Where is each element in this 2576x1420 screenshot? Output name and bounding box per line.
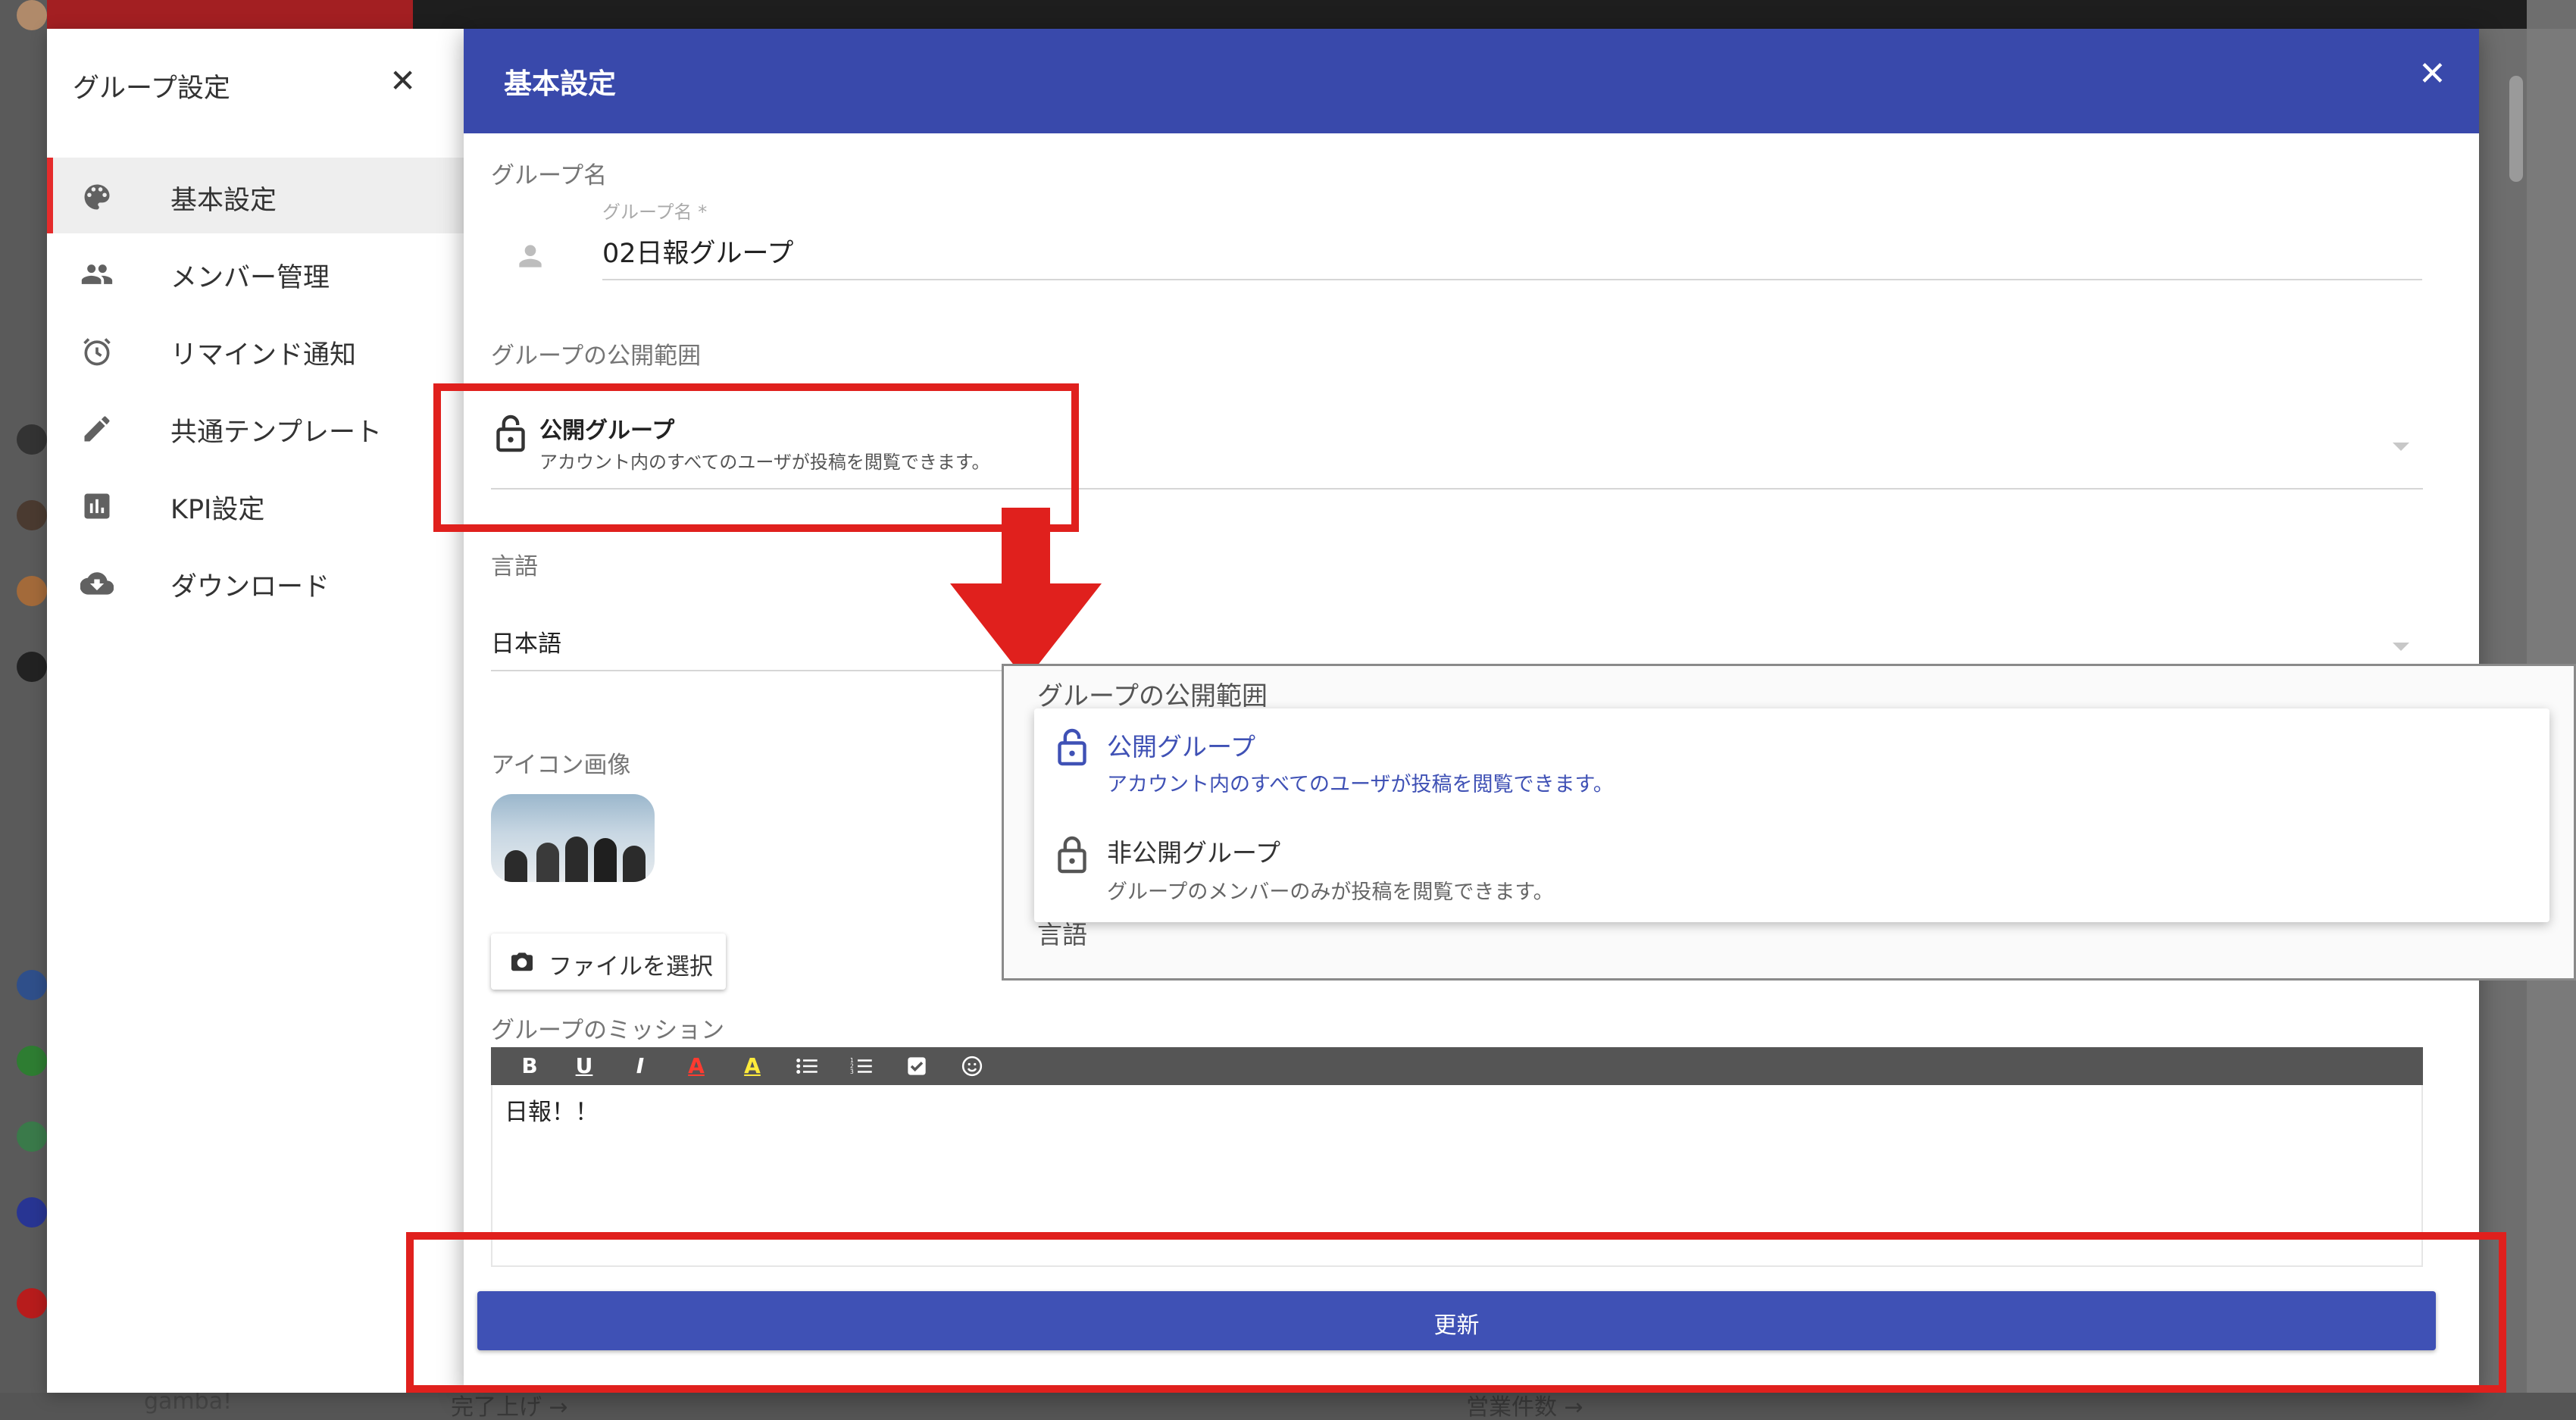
underline-button[interactable]: U xyxy=(565,1047,603,1085)
cloud-download-icon xyxy=(80,572,114,595)
pencil-icon xyxy=(84,416,110,442)
emoji-icon[interactable] xyxy=(961,1055,983,1078)
background-scrollbar-thumb[interactable] xyxy=(2509,76,2523,182)
background-avatar xyxy=(17,652,47,682)
option-private-group[interactable]: 非公開グループ グループのメンバーのみが投稿を閲覧できます。 xyxy=(1034,815,2549,922)
group-name-section-label: グループ名 xyxy=(491,162,608,189)
language-select[interactable]: 日本語 xyxy=(491,624,561,658)
background-avatar xyxy=(17,500,47,530)
annotation-highlight-visibility xyxy=(433,383,1079,532)
group-name-float-label: グループ名 * xyxy=(602,202,708,223)
background-link-text[interactable]: 完了上げ → xyxy=(451,1388,568,1420)
group-settings-sidebar: グループ設定 ✕ 基本設定 メンバー管理 リマインド通知 共通テンプレート KP… xyxy=(47,29,464,1393)
lock-open-icon xyxy=(1058,728,1086,766)
bold-button[interactable]: B xyxy=(511,1047,549,1085)
highlight-color-button[interactable]: A xyxy=(733,1047,771,1085)
sidebar-title: グループ設定 xyxy=(73,74,230,104)
sidebar-item-label: リマインド通知 xyxy=(170,340,357,371)
option-description: グループのメンバーのみが投稿を閲覧できます。 xyxy=(1107,880,1554,904)
choose-file-label: ファイルを選択 xyxy=(549,953,713,981)
option-title: 公開グループ xyxy=(1107,732,1256,762)
background-link-text[interactable]: 営業件数 → xyxy=(1466,1388,1583,1420)
sidebar-item-label: メンバー管理 xyxy=(170,263,330,293)
annotation-highlight-update xyxy=(406,1232,2506,1393)
person-icon xyxy=(519,245,542,267)
italic-button[interactable]: I xyxy=(621,1047,659,1085)
background-avatar xyxy=(17,0,47,30)
choose-file-button[interactable]: ファイルを選択 xyxy=(491,934,726,990)
dialog-close-icon[interactable]: ✕ xyxy=(2418,58,2446,91)
visibility-dropdown-arrow-icon[interactable] xyxy=(2393,443,2409,451)
visibility-section-label: グループの公開範囲 xyxy=(491,342,702,370)
sidebar-item-remind-notification[interactable]: リマインド通知 xyxy=(47,312,464,388)
sidebar-item-label: ダウンロード xyxy=(170,572,330,602)
mission-section-label: グループのミッション xyxy=(491,1017,725,1044)
svg-text:3: 3 xyxy=(850,1068,854,1075)
sidebar-item-kpi-settings[interactable]: KPI設定 xyxy=(47,467,464,543)
sidebar-item-member-management[interactable]: メンバー管理 xyxy=(47,235,464,311)
dialog-header: 基本設定 ✕ xyxy=(464,29,2479,133)
option-title: 非公開グループ xyxy=(1107,838,1281,868)
background-avatar xyxy=(17,1046,47,1076)
sidebar-item-download[interactable]: ダウンロード xyxy=(47,544,464,620)
people-icon xyxy=(81,264,113,284)
dialog-title: 基本設定 xyxy=(504,67,616,100)
font-color-button[interactable]: A xyxy=(677,1047,715,1085)
background-avatar xyxy=(17,970,47,1000)
list-number-icon[interactable]: 123 xyxy=(850,1056,873,1076)
language-section-label: 言語 xyxy=(491,553,538,580)
visibility-dropdown-popup: グループの公開範囲 言語 公開グループ アカウント内のすべてのユーザが投稿を閲覧… xyxy=(1002,664,2576,981)
annotation-arrow-shaft xyxy=(1002,508,1050,586)
language-dropdown-arrow-icon[interactable] xyxy=(2393,643,2409,651)
sidebar-item-label: KPI設定 xyxy=(170,495,265,525)
sidebar-item-basic-settings[interactable]: 基本設定 xyxy=(47,158,464,233)
background-avatar xyxy=(17,1121,47,1152)
background-avatar xyxy=(17,1288,47,1318)
sidebar-item-common-template[interactable]: 共通テンプレート xyxy=(47,389,464,465)
camera-icon xyxy=(511,952,533,971)
sidebar-item-label: 共通テンプレート xyxy=(170,418,382,448)
background-avatar xyxy=(17,576,47,606)
visibility-options-menu: 公開グループ アカウント内のすべてのユーザが投稿を閲覧できます。 非公開グループ… xyxy=(1034,708,2549,922)
lock-icon xyxy=(1058,836,1086,874)
background-top-bar-left xyxy=(0,0,413,29)
sidebar-close-icon[interactable]: ✕ xyxy=(389,65,416,97)
popup-field-label: グループの公開範囲 xyxy=(1037,681,1268,712)
checkbox-icon[interactable] xyxy=(906,1056,927,1077)
sidebar-item-label: 基本設定 xyxy=(170,186,277,216)
background-bottom-bar xyxy=(0,1393,2576,1420)
background-avatar xyxy=(17,1197,47,1228)
group-name-underline xyxy=(602,279,2422,280)
option-public-group[interactable]: 公開グループ アカウント内のすべてのユーザが投稿を閲覧できます。 xyxy=(1034,708,2549,815)
mission-editor-text: 日報！！ xyxy=(505,1099,599,1126)
bar-chart-icon xyxy=(84,493,110,519)
editor-toolbar: B U I A A 123 xyxy=(491,1047,2423,1085)
palette-icon xyxy=(84,184,110,210)
background-avatar xyxy=(17,424,47,455)
group-icon-image xyxy=(491,794,655,882)
alarm-icon xyxy=(83,338,111,366)
group-name-input[interactable]: 02日報グループ xyxy=(602,232,793,271)
background-top-bar xyxy=(413,0,2527,29)
icon-image-section-label: アイコン画像 xyxy=(491,752,631,779)
option-description: アカウント内のすべてのユーザが投稿を閲覧できます。 xyxy=(1107,773,1614,796)
list-bullet-icon[interactable] xyxy=(796,1056,818,1076)
